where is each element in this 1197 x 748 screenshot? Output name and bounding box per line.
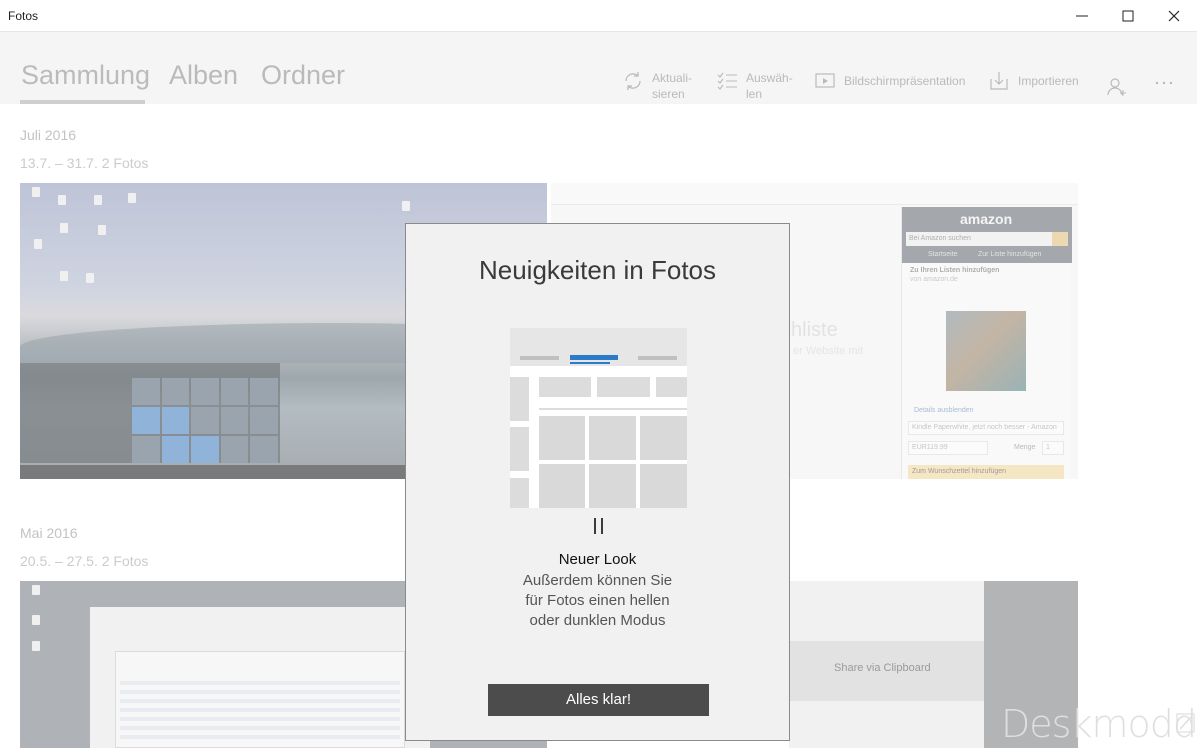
maximize-button[interactable] [1105, 0, 1151, 32]
illus-cell [539, 464, 585, 508]
app-title: Fotos [8, 9, 39, 23]
pause-indicator[interactable] [594, 518, 603, 534]
illus-cell [589, 416, 636, 460]
dialog-title: Neuigkeiten in Fotos [478, 255, 717, 285]
dialog-body: Außerdem können Sie für Fotos einen hell… [406, 571, 789, 631]
illus-nav-underline [570, 362, 610, 364]
illus-side [510, 427, 529, 471]
dialog-body-line: oder dunklen Modus [529, 612, 666, 629]
illus-topbar [510, 328, 687, 366]
illus-nav-item [638, 356, 677, 360]
pause-bar [601, 518, 603, 534]
illus-side [510, 377, 529, 421]
new-look-illustration [510, 328, 687, 508]
illus-separator [539, 408, 687, 410]
illus-block [597, 377, 650, 397]
maximize-icon [1122, 10, 1134, 22]
illus-block [539, 377, 591, 397]
minimize-button[interactable] [1059, 0, 1105, 32]
got-it-button[interactable]: Alles klar! [488, 684, 709, 716]
illus-side [510, 478, 529, 508]
illus-block [656, 377, 687, 397]
whats-new-dialog: Neuigkeiten in Fotos Neuer Look Außerdem… [405, 223, 790, 741]
close-icon [1168, 10, 1180, 22]
illus-cell [539, 416, 585, 460]
dialog-body-line: Außerdem können Sie [522, 572, 673, 589]
illus-nav-active [570, 355, 618, 360]
illus-cell [640, 464, 687, 508]
illus-cell [589, 464, 636, 508]
pause-bar [594, 518, 596, 534]
minimize-icon [1076, 15, 1088, 17]
dialog-body-line: für Fotos einen hellen [525, 592, 670, 609]
illus-cell [640, 416, 687, 460]
close-button[interactable] [1151, 0, 1197, 32]
illus-nav-item [520, 356, 559, 360]
dialog-heading: Neuer Look [558, 551, 637, 568]
title-bar: Fotos [0, 0, 1197, 32]
